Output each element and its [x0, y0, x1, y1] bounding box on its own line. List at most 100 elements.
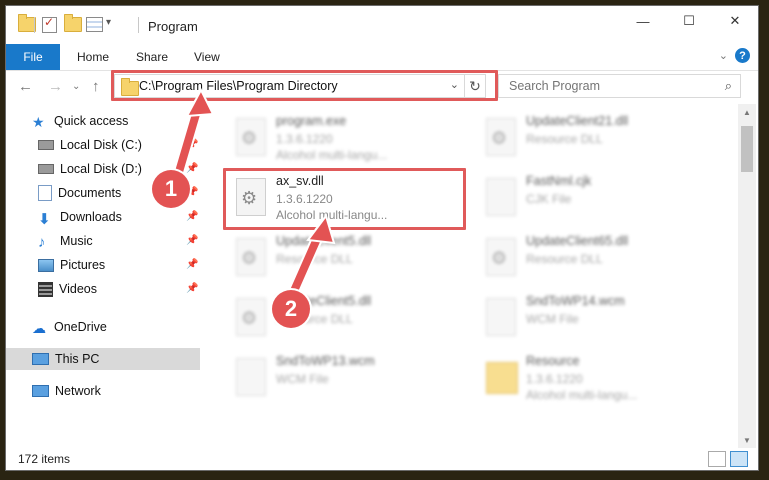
list-item[interactable]: UpdateClient5.dll Resource DLL	[230, 232, 470, 288]
magnifier-icon[interactable]: ⌕	[725, 78, 732, 94]
file-highlight-box	[223, 168, 466, 230]
file-name: SndToWP14.wcm	[526, 294, 625, 308]
customize-toolbar-icon[interactable]	[86, 17, 103, 32]
search-input[interactable]	[507, 78, 711, 94]
scroll-down-icon[interactable]: ▼	[738, 432, 756, 448]
list-item[interactable]: SndToWP14.wcm WCM File	[480, 292, 720, 348]
drive-icon	[38, 140, 54, 150]
search-box[interactable]: ⌕	[498, 74, 741, 98]
videos-icon	[38, 281, 53, 297]
pin-icon[interactable]: 📌	[186, 283, 198, 294]
list-item[interactable]: UpdateClient5.dll Resource DLL	[230, 292, 470, 348]
sidebar-item-local-disk-c[interactable]: Local Disk (C:) 📌	[6, 134, 200, 156]
file-detail: Resource DLL	[276, 252, 353, 266]
file-detail: 1.3.6.1220	[526, 372, 583, 386]
dll-gear-icon	[486, 238, 516, 276]
dll-gear-icon	[486, 118, 516, 156]
folder-icon	[486, 362, 518, 394]
list-item[interactable]: FastNml.cjk CJK File	[480, 172, 720, 228]
sidebar-item-videos[interactable]: Videos 📌	[6, 278, 200, 300]
new-folder-icon[interactable]	[64, 14, 82, 32]
toolbar-separator	[138, 17, 139, 33]
tab-share[interactable]: Share	[136, 44, 168, 70]
music-icon: ♪	[38, 234, 46, 251]
back-arrow-icon[interactable]: ←	[18, 78, 33, 95]
dll-gear-icon	[236, 298, 266, 336]
ribbon-tabs: File Home Share View ⌄ ?	[6, 44, 758, 71]
navigation-pane: ★ Quick access Local Disk (C:) 📌 Local D…	[6, 106, 200, 446]
file-list: program.exe 1.3.6.1220 Alcohol multi-lan…	[204, 104, 736, 448]
file-name: UpdateClient21.dll	[526, 114, 629, 128]
file-name: FastNml.cjk	[526, 174, 592, 188]
dll-gear-icon	[236, 238, 266, 276]
tab-view[interactable]: View	[194, 44, 220, 70]
minimize-button[interactable]: —	[620, 6, 666, 36]
sidebar-item-music[interactable]: ♪ Music 📌	[6, 230, 200, 252]
sidebar-item-pictures[interactable]: Pictures 📌	[6, 254, 200, 276]
window-title: Program	[148, 19, 198, 34]
file-detail: 1.3.6.1220	[276, 132, 333, 146]
sidebar-item-network[interactable]: Network	[6, 380, 200, 402]
pin-icon[interactable]: 📌	[186, 211, 198, 222]
drive-icon	[38, 164, 54, 174]
toolbar-dropdown-icon[interactable]: ▾	[106, 17, 111, 28]
vertical-scrollbar[interactable]: ▲ ▼	[738, 104, 756, 448]
file-detail: Alcohol multi-langu...	[276, 148, 388, 162]
star-icon: ★	[32, 114, 45, 130]
sidebar-item-label: Documents	[58, 186, 122, 200]
scroll-up-icon[interactable]: ▲	[738, 104, 756, 120]
close-button[interactable]: ✕	[712, 6, 758, 36]
step-badge-2: 2	[272, 290, 310, 328]
pin-icon[interactable]: 📌	[186, 163, 198, 174]
title-bar: ▾ Program — ☐ ✕	[6, 6, 758, 44]
tab-home[interactable]: Home	[77, 44, 109, 70]
computer-icon	[32, 353, 49, 365]
recent-locations-icon[interactable]: ⌄	[72, 81, 80, 92]
details-view-icon[interactable]	[708, 451, 726, 467]
sidebar-item-label: Quick access	[54, 114, 129, 128]
list-item[interactable]: program.exe 1.3.6.1220 Alcohol multi-lan…	[230, 112, 470, 168]
file-detail: CJK File	[526, 192, 572, 206]
tiles-view-icon[interactable]	[730, 451, 748, 467]
sidebar-item-label: Downloads	[60, 210, 122, 224]
step-badge-1: 1	[152, 170, 190, 208]
sidebar-item-label: OneDrive	[54, 320, 107, 334]
sidebar-item-label: Videos	[59, 282, 97, 296]
sidebar-item-downloads[interactable]: ⬇ Downloads 📌	[6, 206, 200, 228]
sidebar-item-label: Pictures	[60, 258, 106, 272]
list-item[interactable]: Resource 1.3.6.1220 Alcohol multi-langu.…	[480, 352, 720, 408]
pin-icon[interactable]: 📌	[186, 139, 198, 150]
list-item[interactable]: UpdateClient65.dll Resource DLL	[480, 232, 720, 288]
file-detail: Resource DLL	[526, 252, 603, 266]
help-icon[interactable]: ?	[735, 48, 750, 63]
scrollbar-thumb[interactable]	[741, 126, 753, 172]
network-icon	[32, 385, 49, 397]
pictures-icon	[38, 258, 54, 272]
toolbar-separator	[34, 17, 35, 33]
file-name: SndToWP13.wcm	[276, 354, 375, 368]
list-item[interactable]: SndToWP13.wcm WCM File	[230, 352, 470, 408]
file-name: UpdateClient5.dll	[276, 234, 372, 248]
sidebar-item-label: This PC	[55, 352, 100, 366]
collapse-ribbon-icon[interactable]: ⌄	[719, 49, 728, 62]
pin-icon[interactable]: 📌	[186, 235, 198, 246]
sidebar-item-this-pc[interactable]: This PC	[6, 348, 200, 370]
maximize-button[interactable]: ☐	[666, 6, 712, 36]
documents-icon	[38, 185, 52, 201]
sidebar-item-onedrive[interactable]: ☁ OneDrive	[6, 316, 200, 338]
tab-file[interactable]: File	[6, 44, 60, 70]
sidebar-item-quick-access[interactable]: ★ Quick access	[6, 110, 200, 132]
up-arrow-icon[interactable]: ↑	[92, 78, 100, 95]
sidebar-item-label: Network	[55, 384, 101, 398]
file-icon	[236, 358, 266, 396]
sidebar-item-label: Local Disk (C:)	[60, 138, 142, 152]
list-item[interactable]: UpdateClient21.dll Resource DLL	[480, 112, 720, 168]
properties-check-icon[interactable]	[42, 15, 57, 33]
pin-icon[interactable]: 📌	[186, 259, 198, 270]
forward-arrow-icon[interactable]: →	[48, 78, 63, 95]
file-name: UpdateClient65.dll	[526, 234, 629, 248]
file-detail: Alcohol multi-langu...	[526, 388, 638, 402]
sidebar-item-label: Local Disk (D:)	[60, 162, 142, 176]
file-name: Resource	[526, 354, 580, 368]
address-highlight-box	[111, 70, 498, 101]
